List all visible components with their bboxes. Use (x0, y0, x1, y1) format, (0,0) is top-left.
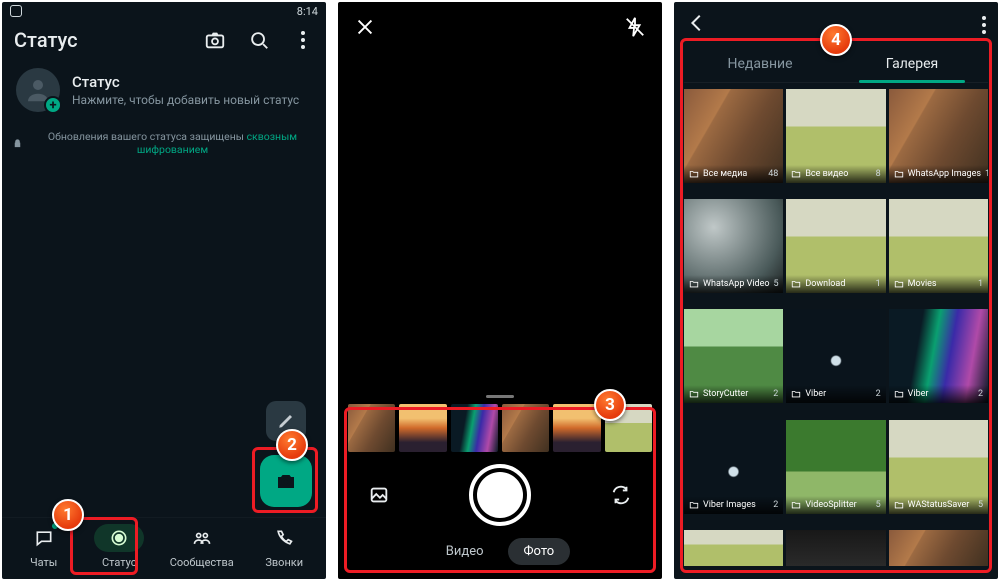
close-icon[interactable] (354, 16, 376, 42)
gallery-folder[interactable]: VideoSplitter 5 (786, 420, 885, 514)
folder-count: 5 (774, 279, 779, 289)
page-title: Статус (14, 28, 78, 52)
tab-status[interactable]: Статус (94, 524, 144, 569)
anno-badge-3: 3 (594, 389, 626, 421)
mode-switch: Видео Фото (338, 530, 662, 579)
gallery-folder[interactable]: Viber 2 (786, 309, 885, 403)
gallery-icon[interactable] (362, 478, 396, 512)
gallery-grid: Все медиа48Все видео8WhatsApp Images11Wh… (674, 89, 998, 579)
more-icon[interactable] (982, 16, 986, 34)
folder-count: 5 (876, 500, 881, 510)
screen-status: 8:14 Статус + Статус Нажмите, чтобы доба… (2, 2, 326, 579)
status-title: Статус (72, 73, 299, 91)
anno-badge-2: 2 (276, 429, 308, 461)
seg-recent[interactable]: Недавние (684, 46, 836, 82)
folder-name: WAStatusSaver (908, 500, 970, 510)
mode-photo[interactable]: Фото (508, 538, 571, 565)
status-subtitle: Нажмите, чтобы добавить новый статус (72, 93, 299, 107)
avatar: + (16, 68, 60, 112)
folder-name: Viber (908, 389, 929, 399)
mode-video[interactable]: Видео (430, 538, 500, 565)
gallery-folder[interactable] (684, 530, 783, 566)
folder-count: 2 (773, 500, 778, 510)
drag-handle-icon[interactable] (486, 395, 514, 398)
folder-count: 5 (978, 500, 983, 510)
tab-calls[interactable]: Звонки (259, 524, 309, 569)
gallery-folder[interactable]: WhatsApp Video 5 (684, 199, 783, 293)
folder-count: 11 (985, 169, 988, 179)
folder-count: 2 (876, 389, 881, 399)
recent-thumb[interactable] (348, 404, 395, 452)
folder-name: Все медиа (703, 169, 747, 179)
gallery-folder[interactable] (889, 530, 988, 566)
camera-icon[interactable] (204, 29, 226, 51)
seg-gallery[interactable]: Галерея (836, 46, 988, 82)
folder-count: 1 (876, 279, 881, 289)
folder-name: StoryCutter (703, 389, 748, 399)
encryption-notice: Обновления вашего статуса защищены сквоз… (2, 124, 326, 162)
tab-communities[interactable]: Сообщества (170, 524, 234, 569)
back-icon[interactable] (686, 12, 708, 38)
recent-thumb[interactable] (399, 404, 446, 452)
my-status-row[interactable]: + Статус Нажмите, чтобы добавить новый с… (2, 56, 326, 124)
folder-count: 48 (768, 169, 778, 179)
shutter-button[interactable] (469, 464, 531, 526)
screen-camera: Видео Фото 3 (338, 2, 662, 579)
tab-chats[interactable]: Чаты (19, 524, 69, 569)
screen-gallery: Недавние Галерея Все медиа 48 Все видео 8 Wh… (674, 2, 998, 579)
folder-name: VideoSplitter (805, 500, 856, 510)
folder-name: Viber (805, 389, 826, 399)
gallery-folder[interactable]: StoryCutter 2 (684, 309, 783, 403)
gallery-folder[interactable]: WAStatusSaver 5 (889, 420, 988, 514)
viewfinder[interactable] (338, 56, 662, 387)
folder-name: WhatsApp Video (703, 279, 770, 289)
anno-badge-4: 4 (820, 24, 852, 56)
folder-name: Movies (908, 279, 937, 289)
gallery-folder[interactable]: WhatsApp Images 11 (889, 89, 988, 183)
flash-off-icon[interactable] (624, 16, 646, 42)
gallery-folder[interactable]: Download 1 (786, 199, 885, 293)
folder-name: WhatsApp Images (908, 169, 981, 179)
folder-name: Все видео (805, 169, 848, 179)
gallery-folder[interactable]: Все медиа 48 (684, 89, 783, 183)
plus-icon: + (44, 96, 62, 114)
notif-icon (10, 5, 22, 17)
folder-count: 2 (773, 389, 778, 399)
gallery-folder[interactable]: Movies 1 (889, 199, 988, 293)
search-icon[interactable] (248, 29, 270, 51)
gallery-folder[interactable] (786, 530, 885, 566)
bottom-nav: Чаты Статус Сообщества Звонки (2, 517, 326, 579)
system-status-bar: 8:14 (2, 2, 326, 20)
anno-badge-1: 1 (52, 499, 84, 531)
folder-count: 8 (876, 169, 881, 179)
recent-thumb[interactable] (451, 404, 498, 452)
recent-thumb[interactable] (502, 404, 549, 452)
gallery-folder[interactable]: Все видео 8 (786, 89, 885, 183)
folder-count: 2 (978, 389, 983, 399)
sys-time: 8:14 (297, 5, 318, 18)
more-icon[interactable] (292, 29, 314, 51)
gallery-folder[interactable]: Viber Images 2 (684, 420, 783, 514)
camera-fab[interactable] (260, 455, 312, 507)
recent-thumb[interactable] (553, 404, 600, 452)
switch-camera-icon[interactable] (604, 478, 638, 512)
folder-name: Viber Images (703, 500, 756, 510)
gallery-folder[interactable]: Viber 2 (889, 309, 988, 403)
folder-count: 1 (978, 279, 983, 289)
folder-name: Download (805, 279, 845, 289)
